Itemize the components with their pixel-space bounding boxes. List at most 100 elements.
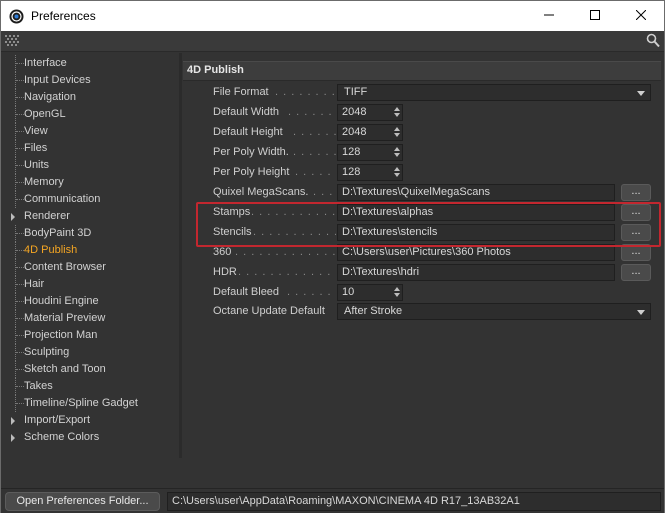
- octane-update-default-dropdown[interactable]: After Stroke: [337, 303, 651, 320]
- per-poly-width-field[interactable]: 128: [337, 144, 403, 161]
- sidebar-item-sketch-and-toon[interactable]: Sketch and Toon: [5, 361, 177, 378]
- leader-dots: . . . .: [313, 186, 336, 198]
- sidebar-item-import-export[interactable]: Import/Export: [5, 412, 177, 429]
- stamps-row: Stamps . . . . . . . . . . . . . . . D:\…: [183, 203, 661, 223]
- toolbar: [1, 31, 664, 52]
- sidebar-item-input-devices[interactable]: Input Devices: [5, 72, 177, 89]
- spinner-arrows-icon[interactable]: [394, 147, 400, 158]
- spinner-arrows-icon[interactable]: [394, 167, 400, 178]
- sidebar-item-interface[interactable]: Interface: [5, 55, 177, 72]
- photos-360-row: 360 . . . . . . . . . . . . . . . . . C:…: [183, 243, 661, 263]
- window-title: Preferences: [31, 9, 96, 23]
- sidebar-item-renderer[interactable]: Renderer: [5, 208, 177, 225]
- search-icon[interactable]: [646, 33, 660, 48]
- sidebar-item-opengl[interactable]: OpenGL: [5, 106, 177, 123]
- field-value: 2048: [342, 126, 367, 138]
- sidebar-item-4d-publish[interactable]: 4D Publish: [5, 242, 177, 259]
- sidebar-item-timeline-spline-gadget[interactable]: Timeline/Spline Gadget: [5, 395, 177, 412]
- sidebar-item-label: Takes: [24, 380, 53, 392]
- leader-dots: . . . . . . .: [295, 166, 336, 178]
- sidebar-item-hair[interactable]: Hair: [5, 276, 177, 293]
- expand-arrow-icon[interactable]: [11, 434, 15, 442]
- file-format-dropdown[interactable]: TIFF: [337, 84, 651, 101]
- default-width-field[interactable]: 2048: [337, 104, 403, 121]
- quixel-megascans-path-field[interactable]: D:\Textures\QuixelMegaScans: [337, 184, 615, 201]
- sidebar-item-navigation[interactable]: Navigation: [5, 89, 177, 106]
- per-poly-height-field[interactable]: 128: [337, 164, 403, 181]
- sidebar-item-units[interactable]: Units: [5, 157, 177, 174]
- file-format-row: File Format . . . . . . . . . . TIFF: [183, 83, 661, 103]
- panel-title: 4D Publish: [187, 64, 244, 76]
- hdr-label: HDR: [213, 266, 237, 278]
- field-value: 128: [342, 146, 361, 158]
- expand-arrow-icon[interactable]: [11, 417, 15, 425]
- grip-handle-icon[interactable]: [5, 34, 19, 48]
- leader-dots: . . . . . . .: [288, 106, 336, 118]
- photos-360-path-field[interactable]: C:\Users\user\Pictures\360 Photos: [337, 244, 615, 261]
- stencils-row: Stencils . . . . . . . . . . . . . . D:\…: [183, 223, 661, 243]
- default-width-label: Default Width: [213, 106, 280, 118]
- leader-dots: . . . . . . .: [293, 126, 336, 138]
- spinner-arrows-icon[interactable]: [394, 107, 400, 118]
- stencils-path-field[interactable]: D:\Textures\stencils: [337, 224, 615, 241]
- sidebar-item-houdini-engine[interactable]: Houdini Engine: [5, 293, 177, 310]
- expand-arrow-icon[interactable]: [11, 213, 15, 221]
- sidebar-item-label: Projection Man: [24, 329, 98, 341]
- leader-dots: . . . . . . . . . . . . . . .: [251, 206, 336, 218]
- default-bleed-field[interactable]: 10: [337, 284, 403, 301]
- sidebar-item-label: Files: [24, 142, 48, 154]
- stencils-browse-button[interactable]: ...: [621, 224, 651, 241]
- quixel-megascans-row: Quixel MegaScans. . . . . D:\Textures\Qu…: [183, 183, 661, 203]
- default-height-row: Default Height . . . . . . . 2048: [183, 123, 661, 143]
- sidebar-item-memory[interactable]: Memory: [5, 174, 177, 191]
- stamps-browse-button[interactable]: ...: [621, 204, 651, 221]
- sidebar-item-content-browser[interactable]: Content Browser: [5, 259, 177, 276]
- sidebar-item-label: Interface: [24, 57, 67, 69]
- sidebar-item-bodypaint-3d[interactable]: BodyPaint 3D: [5, 225, 177, 242]
- sidebar-item-label: Houdini Engine: [24, 295, 99, 307]
- pane-splitter[interactable]: [179, 53, 182, 458]
- preferences-window: Preferences Interface Input Devices Navi…: [0, 0, 665, 513]
- hdr-browse-button[interactable]: ...: [621, 264, 651, 281]
- minimize-button[interactable]: [526, 1, 572, 31]
- sidebar-item-communication[interactable]: Communication: [5, 191, 177, 208]
- sidebar-item-files[interactable]: Files: [5, 140, 177, 157]
- leader-dots: . . . . . . . . . .: [275, 86, 335, 98]
- close-button[interactable]: [618, 1, 664, 31]
- close-icon: [635, 7, 647, 25]
- preferences-category-tree: Interface Input Devices Navigation OpenG…: [5, 53, 177, 445]
- open-preferences-folder-button[interactable]: Open Preferences Folder...: [5, 492, 160, 511]
- photos-360-browse-button[interactable]: ...: [621, 244, 651, 261]
- preferences-folder-path: C:\Users\user\AppData\Roaming\MAXON\CINE…: [167, 492, 661, 511]
- chevron-down-icon: [637, 91, 645, 96]
- sidebar-item-label: OpenGL: [24, 108, 66, 120]
- sidebar-item-projection-man[interactable]: Projection Man: [5, 327, 177, 344]
- stamps-label: Stamps: [213, 206, 251, 218]
- per-poly-width-row: Per Poly Width. . . . . . . . 128: [183, 143, 661, 163]
- field-value: 10: [342, 286, 355, 298]
- sidebar-item-label: Hair: [24, 278, 45, 290]
- leader-dots: . . . . . . . . .: [287, 286, 336, 298]
- sidebar-item-label: Communication: [24, 193, 101, 205]
- sidebar-item-label: Scheme Colors: [24, 431, 100, 443]
- spinner-arrows-icon[interactable]: [394, 287, 400, 298]
- octane-update-default-label: Octane Update Default: [213, 305, 325, 317]
- sidebar-item-sculpting[interactable]: Sculpting: [5, 344, 177, 361]
- default-width-row: Default Width . . . . . . . 2048: [183, 103, 661, 123]
- maximize-button[interactable]: [572, 1, 618, 31]
- minimize-icon: [544, 7, 554, 25]
- sidebar-item-scheme-colors[interactable]: Scheme Colors: [5, 429, 177, 446]
- sidebar-item-material-preview[interactable]: Material Preview: [5, 310, 177, 327]
- hdr-path-field[interactable]: D:\Textures\hdri: [337, 264, 615, 281]
- stamps-path-field[interactable]: D:\Textures\alphas: [337, 204, 615, 221]
- per-poly-width-label: Per Poly Width.: [213, 146, 289, 158]
- quixel-megascans-browse-button[interactable]: ...: [621, 184, 651, 201]
- default-height-field[interactable]: 2048: [337, 124, 403, 141]
- sidebar-item-label: BodyPaint 3D: [24, 227, 92, 239]
- spinner-arrows-icon[interactable]: [394, 127, 400, 138]
- title-bar: Preferences: [1, 1, 664, 31]
- sidebar-item-label: Input Devices: [24, 74, 91, 86]
- sidebar-item-view[interactable]: View: [5, 123, 177, 140]
- sidebar-item-takes[interactable]: Takes: [5, 378, 177, 395]
- field-value: 128: [342, 166, 361, 178]
